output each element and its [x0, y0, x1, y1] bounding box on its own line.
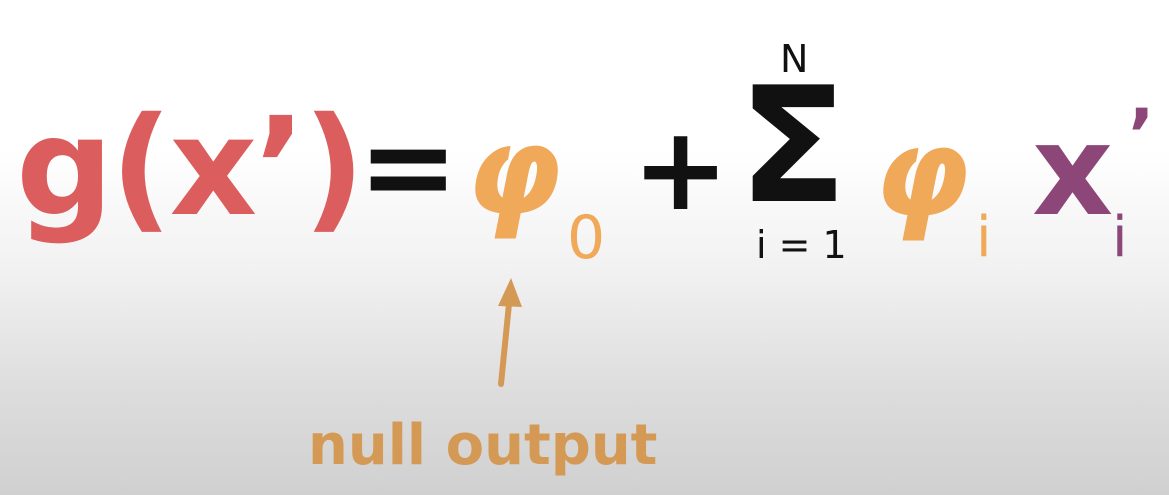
- function-g-of-x-prime: g(x’): [16, 89, 365, 247]
- phi-zero-subscript: 0: [567, 203, 606, 273]
- x-variable: x: [1032, 97, 1114, 244]
- phi-i-symbol: φ: [874, 102, 970, 244]
- phi-i-subscript: i: [976, 205, 992, 270]
- up-arrow-icon: [498, 278, 522, 387]
- null-output-label: null output: [308, 413, 658, 478]
- phi-zero-symbol: φ: [466, 100, 562, 242]
- x-subscript: i: [1112, 205, 1128, 270]
- summation-symbol: Σ: [738, 52, 848, 239]
- equals-sign: =: [358, 98, 459, 237]
- x-prime-mark: ’: [1128, 94, 1155, 176]
- plus-sign: +: [632, 102, 730, 237]
- sum-lower-bound: i = 1: [756, 223, 847, 267]
